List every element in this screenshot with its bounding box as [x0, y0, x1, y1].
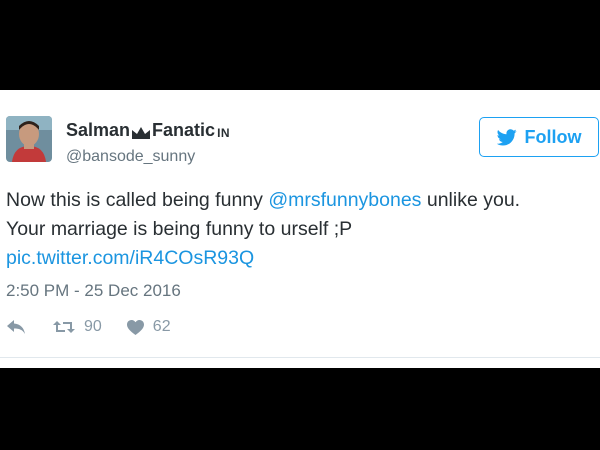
tweet-line-1-prefix: Now this is called being funny — [6, 189, 269, 211]
display-name-suffix: IN — [217, 125, 231, 140]
tweet-timestamp[interactable]: 2:50 PM - 25 Dec 2016 — [6, 281, 181, 301]
like-count: 62 — [152, 318, 171, 335]
tweet-line-1-suffix: unlike you. — [421, 189, 521, 211]
card-bottom-divider — [0, 357, 600, 358]
tweet-text: Now this is called being funny @mrsfunny… — [6, 186, 596, 273]
avatar[interactable] — [6, 116, 52, 162]
avatar-photo — [6, 116, 52, 162]
follow-button-label: Follow — [524, 126, 582, 147]
tweet-line-1: Now this is called being funny @mrsfunny… — [6, 186, 596, 215]
display-name-second: Fanatic — [152, 120, 216, 140]
retweet-button[interactable]: 90 — [52, 318, 102, 336]
like-button[interactable]: 62 — [126, 318, 171, 336]
reply-button[interactable] — [6, 319, 26, 335]
crown-icon — [131, 124, 151, 139]
user-handle[interactable]: @bansode_sunny — [66, 148, 195, 166]
follow-button[interactable]: Follow — [479, 117, 599, 157]
display-name[interactable]: Salman Fanatic IN — [66, 120, 230, 141]
reply-icon — [7, 320, 25, 334]
mention-link[interactable]: @mrsfunnybones — [268, 189, 421, 211]
twitter-bird-icon — [496, 128, 517, 145]
tweet-line-2: Your marriage is being funny to urself ;… — [6, 218, 353, 240]
pic-link[interactable]: pic.twitter.com/iR4COsR93Q — [6, 247, 254, 269]
retweet-count: 90 — [84, 318, 102, 335]
tweet-actions: 90 62 — [6, 316, 171, 338]
retweet-icon — [53, 321, 75, 333]
heart-icon — [126, 319, 144, 335]
display-name-first: Salman — [66, 120, 131, 140]
